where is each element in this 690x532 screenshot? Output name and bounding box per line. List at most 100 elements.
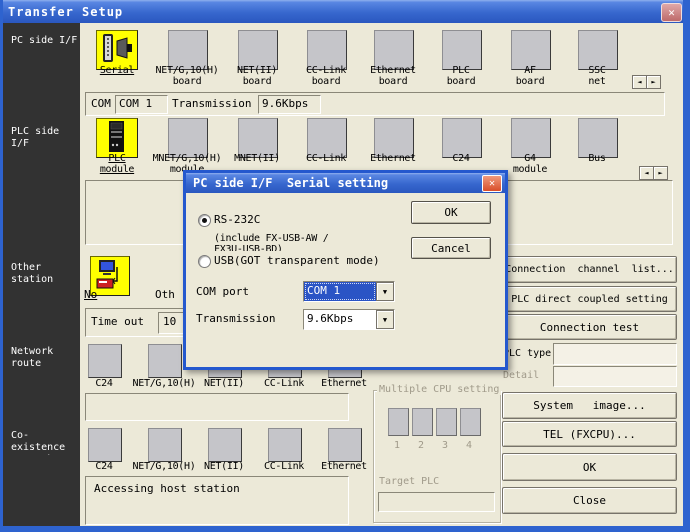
dialog-close-icon[interactable]: ✕ bbox=[482, 175, 502, 192]
sidebar-item-network-route: Network route bbox=[11, 346, 79, 371]
cpu-num-1: 1 bbox=[394, 440, 400, 451]
transmission-value: 9.6Kbps bbox=[304, 310, 376, 329]
ok-button[interactable]: OK bbox=[502, 453, 677, 481]
plc-if-c24-button[interactable] bbox=[442, 118, 482, 158]
chevron-down-icon[interactable]: ▼ bbox=[376, 282, 394, 301]
chevron-down-icon[interactable]: ▼ bbox=[376, 310, 394, 329]
plc-if-plc-module-button[interactable] bbox=[96, 118, 138, 158]
cpu-slot-3 bbox=[436, 408, 457, 436]
cpu-slot-4 bbox=[460, 408, 481, 436]
coex-netii-button[interactable] bbox=[208, 428, 242, 462]
cpu-num-3: 3 bbox=[442, 440, 448, 451]
transfer-setup-window: Transfer Setup ✕ PC side I/F PLC side I/… bbox=[0, 0, 690, 532]
other-station-other-label: Oth bbox=[155, 288, 175, 301]
pc-if-ssc-net-button[interactable] bbox=[578, 30, 618, 70]
coex-netg10h-button[interactable] bbox=[148, 428, 182, 462]
usb-radio[interactable] bbox=[198, 255, 211, 268]
netroute-c24-button[interactable] bbox=[88, 344, 122, 378]
pc-row-scroll-left-icon[interactable]: ◄ bbox=[632, 75, 647, 89]
coex-label-netii: NET(II) bbox=[191, 461, 257, 472]
window-title: Transfer Setup bbox=[0, 5, 123, 19]
tel-fxcpu-button[interactable]: TEL (FXCPU)... bbox=[502, 421, 677, 447]
accessing-host-text: Accessing host station bbox=[94, 482, 240, 495]
transmission-label: Transmission bbox=[172, 97, 251, 110]
pc-if-ethernet-board-button[interactable] bbox=[374, 30, 414, 70]
connection-channel-list-button[interactable]: Connection channel list... bbox=[502, 256, 677, 283]
dialog-ok-button[interactable]: OK bbox=[411, 201, 491, 224]
plc-if-cclink-button[interactable] bbox=[307, 118, 347, 158]
sidebar-item-pc-side: PC side I/F bbox=[11, 35, 79, 60]
transmission-dropdown[interactable]: 9.6Kbps ▼ bbox=[303, 309, 395, 330]
rs232c-label: RS-232C bbox=[214, 213, 260, 226]
other-station-no-label: No bbox=[84, 288, 97, 301]
plc-if-mnetg10h-button[interactable] bbox=[168, 118, 208, 158]
multiple-cpu-title: Multiple CPU setting bbox=[377, 384, 501, 395]
include-note-line1: (include FX-USB-AW / bbox=[214, 233, 328, 244]
netroute-netg10h-button[interactable] bbox=[148, 344, 182, 378]
pc-if-label-cclink: CC-Linkboard bbox=[291, 65, 361, 87]
cpu-slot-1 bbox=[388, 408, 409, 436]
plc-row-scroll-right-icon[interactable]: ► bbox=[653, 166, 668, 180]
sidebar: PC side I/F PLC side I/F Other station N… bbox=[3, 23, 80, 526]
pc-if-cclink-board-button[interactable] bbox=[307, 30, 347, 70]
serial-setting-title: PC side I/F Serial setting bbox=[186, 176, 388, 190]
plc-type-label: PLC type bbox=[503, 348, 551, 359]
plc-type-field bbox=[553, 343, 677, 365]
com-port-dropdown[interactable]: COM 1 ▼ bbox=[303, 281, 395, 302]
pc-if-label-af: AFboard bbox=[495, 65, 565, 87]
netroute-label-cclink: CC-Link bbox=[251, 378, 317, 389]
com-label: COM bbox=[91, 97, 111, 110]
plc-if-ethernet-button[interactable] bbox=[374, 118, 414, 158]
plc-module-icon bbox=[97, 119, 137, 155]
plc-if-mnetii-button[interactable] bbox=[238, 118, 278, 158]
pc-if-plc-board-button[interactable] bbox=[442, 30, 482, 70]
connection-test-button[interactable]: Connection test bbox=[502, 314, 677, 340]
pc-if-netg10h-board-button[interactable] bbox=[168, 30, 208, 70]
pc-if-netii-board-button[interactable] bbox=[238, 30, 278, 70]
rs232c-radio[interactable] bbox=[198, 214, 211, 227]
pc-if-label-ssc: SSCnet bbox=[562, 65, 632, 87]
close-button[interactable]: Close bbox=[502, 487, 677, 514]
plc-if-bus-button[interactable] bbox=[578, 118, 618, 158]
netroute-strip bbox=[85, 393, 349, 421]
serial-setting-dialog: PC side I/F Serial setting ✕ RS-232C OK … bbox=[183, 170, 508, 370]
serial-icon bbox=[97, 31, 137, 67]
plc-if-label-c24: C24 bbox=[426, 153, 496, 164]
pc-if-label-ethernet: Ethernetboard bbox=[358, 65, 428, 87]
pc-if-serial-button[interactable] bbox=[96, 30, 138, 70]
serial-setting-title-bar: PC side I/F Serial setting bbox=[186, 173, 505, 193]
system-image-button[interactable]: System image... bbox=[502, 392, 677, 419]
window-border-right bbox=[683, 0, 690, 532]
detail-label: Detail bbox=[503, 370, 539, 381]
coex-ethernet-button[interactable] bbox=[328, 428, 362, 462]
detail-field bbox=[553, 366, 677, 387]
plc-row-scroll-left-icon[interactable]: ◄ bbox=[639, 166, 654, 180]
coex-label-netg10h: NET/G,10(H) bbox=[131, 461, 197, 472]
netroute-label-netii: NET(II) bbox=[191, 378, 257, 389]
pc-if-af-board-button[interactable] bbox=[511, 30, 551, 70]
target-plc-field bbox=[378, 492, 495, 512]
pc-if-label-netii: NET(II)board bbox=[222, 65, 292, 87]
coex-cclink-button[interactable] bbox=[268, 428, 302, 462]
target-plc-label: Target PLC bbox=[379, 476, 439, 487]
plc-direct-coupled-button[interactable]: PLC direct coupled setting bbox=[502, 286, 677, 312]
plc-if-g4-module-button[interactable] bbox=[511, 118, 551, 158]
include-note-line2: FX3U-USB-BD) bbox=[214, 244, 283, 251]
close-icon[interactable]: ✕ bbox=[661, 3, 682, 22]
cpu-num-2: 2 bbox=[418, 440, 424, 451]
sidebar-item-other-station: Other station bbox=[11, 262, 79, 287]
netroute-label-netg10h: NET/G,10(H) bbox=[131, 378, 197, 389]
coex-c24-button[interactable] bbox=[88, 428, 122, 462]
coex-label-ethernet: Ethernet bbox=[311, 461, 377, 472]
com-port-label: COM port bbox=[196, 285, 249, 298]
sidebar-item-coexistence-network: Co-existence network bbox=[11, 430, 79, 455]
coex-label-c24: C24 bbox=[71, 461, 137, 472]
pc-row-scroll-right-icon[interactable]: ► bbox=[646, 75, 661, 89]
netroute-label-ethernet: Ethernet bbox=[311, 378, 377, 389]
dialog-cancel-button[interactable]: Cancel bbox=[411, 237, 491, 259]
cpu-slot-2 bbox=[412, 408, 433, 436]
window-border-bottom bbox=[0, 526, 690, 532]
com-value-field: COM 1 bbox=[115, 95, 168, 114]
sidebar-item-plc-side: PLC side I/F bbox=[11, 126, 79, 151]
transmission-value-field: 9.6Kbps bbox=[258, 95, 321, 114]
